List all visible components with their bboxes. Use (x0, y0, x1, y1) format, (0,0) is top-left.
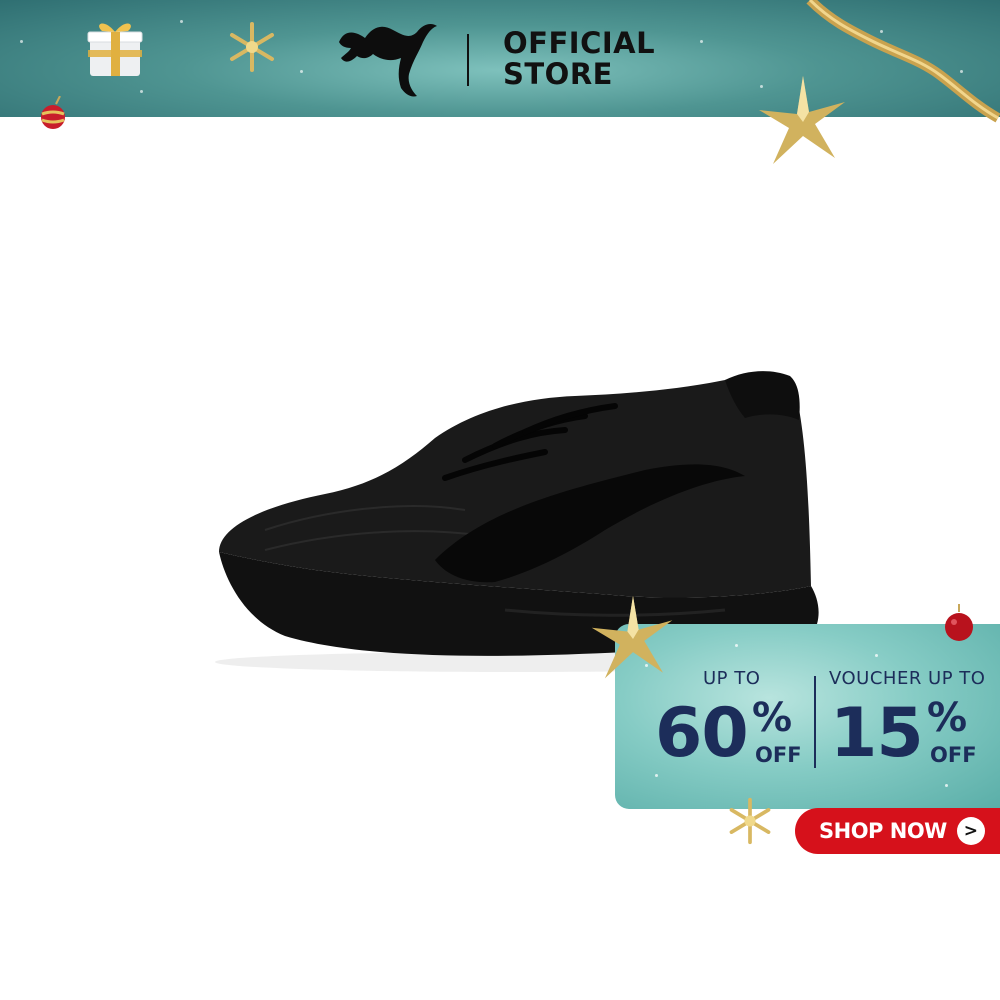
sparkle (700, 40, 703, 43)
shop-now-label: SHOP NOW (819, 819, 947, 843)
promo-right-label: VOUCHER UP TO (829, 668, 986, 689)
sparkle (140, 90, 143, 93)
promo-right-off: OFF (930, 743, 977, 767)
gold-star-icon (759, 76, 845, 164)
ornament-ball-icon (41, 96, 65, 129)
promo-right-value: 15 (830, 694, 924, 773)
ornament-ball-icon (945, 604, 973, 641)
sparkle (300, 70, 303, 73)
store-line1: OFFICIAL (503, 26, 656, 60)
promo-left-percent: % (752, 695, 793, 741)
sparkle (735, 644, 738, 647)
sparkle (875, 654, 878, 657)
header-divider (467, 34, 469, 86)
chevron-right-icon: > (956, 817, 985, 845)
promo-left-off: OFF (755, 743, 802, 767)
promo-left-value: 60 (655, 694, 749, 773)
puma-logo-icon (339, 24, 437, 97)
promo-left-label: UP TO (703, 668, 761, 689)
sparkle (180, 20, 183, 23)
official-store-label: OFFICIAL STORE (503, 28, 655, 90)
promo-right-percent: % (927, 695, 968, 741)
snowflake-icon (230, 22, 274, 72)
promo-divider (814, 676, 816, 768)
shop-now-button[interactable]: SHOP NOW > (795, 808, 1000, 854)
store-line2: STORE (503, 57, 613, 91)
gift-box-icon (87, 23, 143, 76)
sparkle (945, 784, 948, 787)
sparkle (655, 774, 658, 777)
sparkle (20, 40, 23, 43)
snowflake-icon (729, 797, 771, 845)
gold-star-icon (591, 595, 673, 679)
